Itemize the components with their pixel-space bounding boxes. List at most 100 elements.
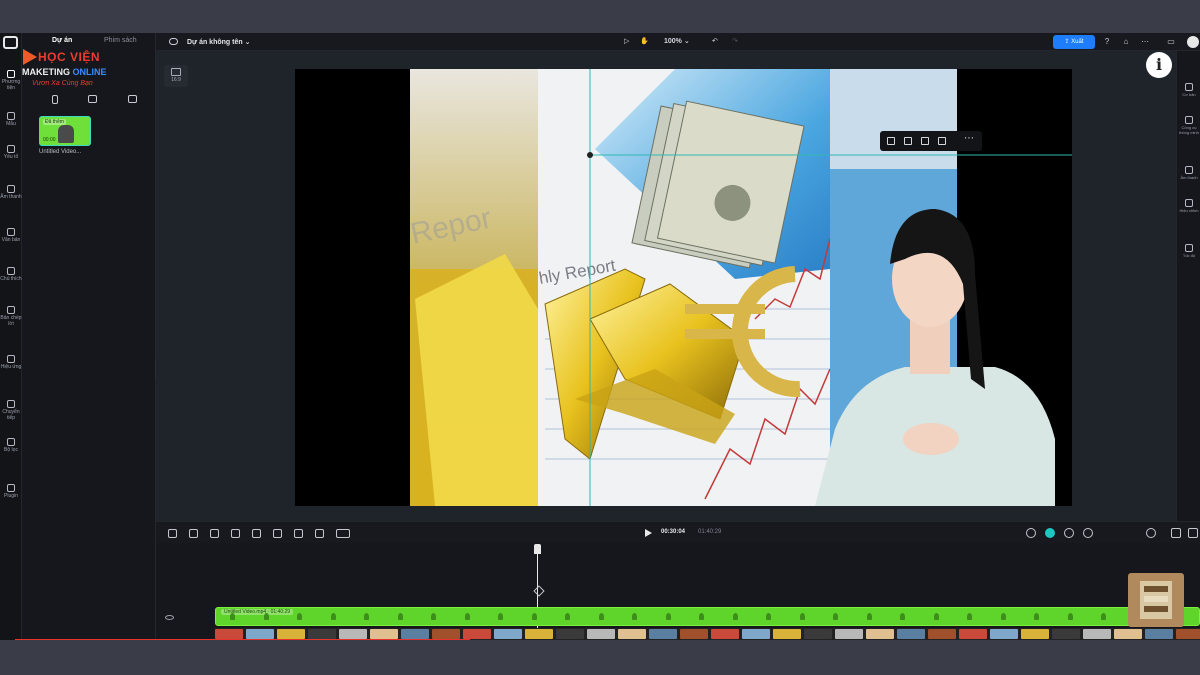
clip-marker-icon [1034,613,1039,620]
thumbnail-frame [215,629,243,639]
property-tab-2[interactable]: Âm thanh [1177,166,1200,180]
tab-library[interactable]: Phim sách [104,37,137,44]
rail-item-4[interactable]: Văn bản [0,228,22,243]
layout-icon[interactable]: ▭ [1166,37,1176,47]
adjust-icon [1185,199,1193,207]
rail-item-10[interactable]: Plugin [0,484,22,499]
camera-icon[interactable] [88,95,97,103]
split-icon[interactable] [168,529,177,538]
fit-icon[interactable] [904,137,912,145]
thumbnail-frame [1052,629,1080,639]
clip-marker-icon [766,613,771,620]
thumbnail-frame [804,629,832,639]
video-track-clip[interactable]: Untitled Video.mp4 · 01:40:29 [215,607,1200,626]
mic-icon[interactable] [1026,528,1036,538]
clip-marker-icon [933,613,939,620]
capcut-logo-icon [3,36,18,49]
property-tab-3[interactable]: Hiệu chỉnh [1177,199,1200,213]
clip-duration: 00:00 [43,137,56,143]
clip-marker-icon [665,613,671,620]
view-toggle-group [50,95,140,105]
transcript-icon [7,306,15,314]
rail-item-7[interactable]: Hiệu ứng [0,355,22,370]
pointer-icon[interactable]: ▷ [624,37,629,45]
undo-icon[interactable]: ↶ [712,37,718,45]
thumbnail-frame [1145,629,1173,639]
thumbnail-frame [680,629,708,639]
info-icon[interactable]: i [1146,52,1172,78]
crop-clip-icon[interactable] [231,529,240,538]
rail-item-8[interactable]: Chuyển tiếp [0,400,22,421]
rail-item-6[interactable]: Bản chép lời [0,306,22,327]
editor-window: Phương tiện Mẫu Yếu tố Âm thanh Văn bản Chú t… [0,33,1200,640]
thumbnail-frame [897,629,925,639]
thumbnail-frame [618,629,646,639]
media-panel: Dự án Phim sách HỌC VIỆN MAKETING ONLINE… [22,33,156,640]
replace-icon[interactable] [887,137,895,145]
mirror-icon[interactable] [252,529,261,538]
zoom-in-icon[interactable] [1146,528,1156,538]
mask-icon[interactable] [938,137,946,145]
clip-marker-icon [799,613,805,620]
rail-item-3[interactable]: Âm thanh [0,185,22,200]
media-icon [7,70,15,78]
more-options-icon[interactable]: ⋯ [964,133,974,144]
clip-marker-icon [397,613,403,620]
track-visibility-icon[interactable] [165,615,174,620]
rail-item-1[interactable]: Mẫu [0,112,22,127]
clip-marker-icon [632,613,637,620]
thumbnail-frame [866,629,894,639]
download-icon[interactable] [336,529,350,538]
hand-icon[interactable]: ✋ [640,37,649,45]
play-button[interactable] [645,529,652,537]
clip-marker-icon [598,613,604,620]
property-tab-label: Hiệu chỉnh [1179,208,1199,213]
thumbnail-frame [711,629,739,639]
playhead-handle[interactable] [534,544,541,554]
link-icon[interactable] [1064,528,1074,538]
thumbnail-frame [525,629,553,639]
property-tab-0[interactable]: Cơ bản [1177,83,1200,97]
thumbnail-frame [246,629,274,639]
zoom-out-icon[interactable] [1083,528,1093,538]
rail-item-2[interactable]: Yếu tố [0,145,22,160]
media-clip-thumbnail[interactable]: Đã thêm 00:00 [39,116,91,146]
clip-marker-icon [900,613,905,620]
comment-icon[interactable] [1188,528,1198,538]
export-button[interactable]: ⇪ Xuất [1053,35,1095,49]
project-title[interactable]: Dự án không tên ⌄ [187,38,250,46]
snap-toggle[interactable] [1045,528,1055,538]
rail-item-label: Hiệu ứng [0,364,22,370]
more-menu-icon[interactable]: ⋯ [1140,37,1150,47]
duplicate-icon[interactable] [210,529,219,538]
reverse-icon[interactable] [273,529,282,538]
rail-item-label: Bản chép lời [0,315,22,327]
rail-item-9[interactable]: Bộ lọc [0,438,22,453]
user-avatar[interactable] [1187,36,1199,48]
rail-item-0[interactable]: Phương tiện [0,70,22,91]
watermark-line1: HỌC VIỆN [38,50,101,64]
phone-view-icon[interactable] [52,95,58,104]
rail-item-label: Mẫu [6,121,16,127]
delete-icon[interactable] [189,529,198,538]
current-timecode: 00:30:04 [661,529,686,535]
lock-icon[interactable]: ⌂ [1121,37,1131,47]
aspect-ratio-button[interactable]: 16:9 [164,65,188,87]
property-tab-4[interactable]: Tốc độ [1177,244,1200,258]
rail-item-5[interactable]: Chú thích [0,267,22,282]
thumbnail-frame [649,629,677,639]
property-tab-1[interactable]: Công cụ thông minh [1177,116,1200,135]
magic-icon[interactable] [315,529,324,538]
help-icon[interactable]: ? [1102,37,1112,47]
cloud-save-icon[interactable] [169,38,178,45]
freeze-icon[interactable] [294,529,303,538]
clip-marker-icon [531,613,537,620]
thumbnail-frame [308,629,336,639]
thumbnail-frame [339,629,367,639]
crop-icon[interactable] [921,137,929,145]
split-view-icon[interactable] [128,95,137,103]
zoom-select[interactable]: 100% ⌄ [664,37,690,45]
tab-project[interactable]: Dự án [52,37,72,44]
redo-icon[interactable]: ↷ [732,37,738,45]
fullscreen-icon[interactable] [1171,528,1181,538]
